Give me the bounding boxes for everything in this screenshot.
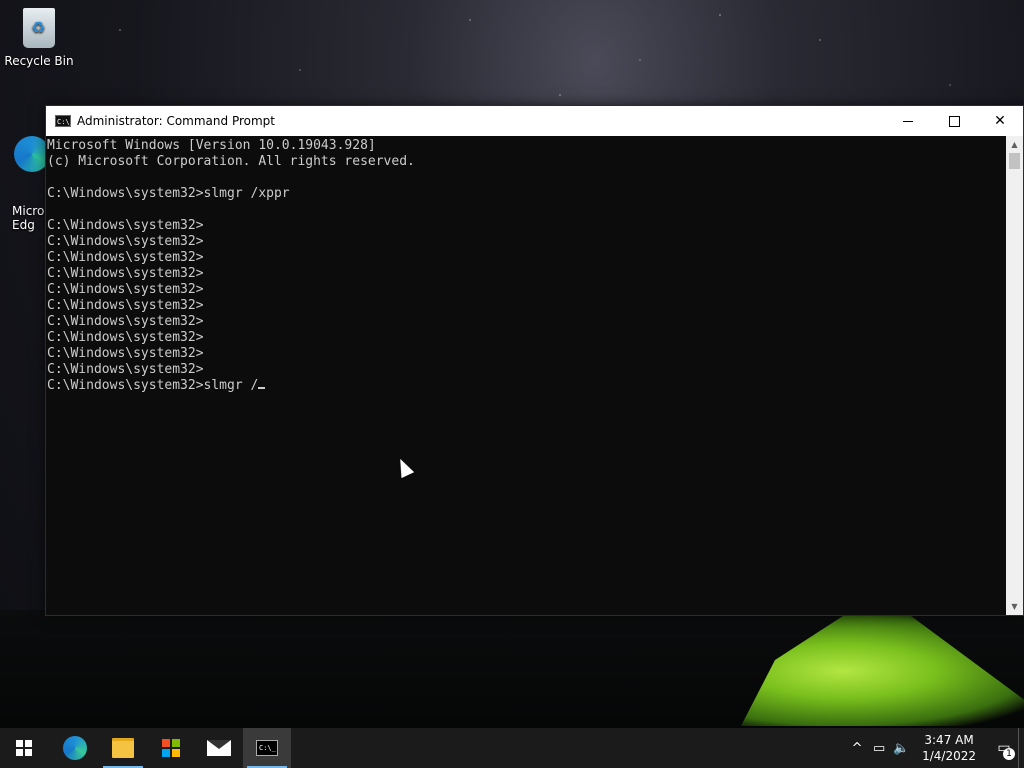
start-button[interactable] <box>0 728 48 768</box>
console-line: C:\Windows\system32> <box>47 314 204 329</box>
console-line: C:\Windows\system32> <box>47 362 204 377</box>
command-prompt-window[interactable]: C:\_ Administrator: Command Prompt ✕ Mic… <box>45 105 1024 616</box>
text-cursor <box>258 387 266 389</box>
folder-icon <box>112 738 134 758</box>
desktop-icon-label: Micro Edg <box>12 204 45 232</box>
network-icon[interactable]: ▭ <box>868 741 890 756</box>
desktop-icon-label: Recycle Bin <box>4 54 74 68</box>
clock-time: 3:47 AM <box>924 733 974 747</box>
desktop-icon-edge[interactable]: Micro Edg <box>0 108 50 246</box>
console-line: C:\Windows\system32> <box>47 266 204 281</box>
taskbar-command-prompt-button[interactable]: C:\_ <box>243 728 291 768</box>
maximize-icon <box>948 115 960 127</box>
close-icon: ✕ <box>994 113 1006 129</box>
taskbar-file-explorer-button[interactable] <box>99 728 147 768</box>
scroll-up-arrow-icon[interactable]: ▲ <box>1006 136 1023 153</box>
system-tray: ^ ▭ 🔈 3:47 AM 1/4/2022 ▭ 1 <box>846 728 1024 768</box>
vertical-scrollbar[interactable]: ▲ ▼ <box>1006 136 1023 615</box>
console-line: (c) Microsoft Corporation. All rights re… <box>47 154 415 169</box>
console-line: C:\Windows\system32> <box>47 346 204 361</box>
windows-logo-icon <box>16 740 32 756</box>
taskbar-store-button[interactable] <box>147 728 195 768</box>
taskbar-edge-button[interactable] <box>51 728 99 768</box>
console-line: C:\Windows\system32>slmgr / <box>47 378 1006 394</box>
console-line: C:\Windows\system32> <box>47 282 204 297</box>
edge-icon <box>63 736 87 760</box>
clock-date: 1/4/2022 <box>922 749 976 763</box>
console-line: C:\Windows\system32>slmgr /xppr <box>47 186 290 201</box>
taskbar: C:\_ ^ ▭ 🔈 3:47 AM 1/4/2022 ▭ 1 <box>0 728 1024 768</box>
taskbar-mail-button[interactable] <box>195 728 243 768</box>
action-center-button[interactable]: ▭ 1 <box>990 728 1018 768</box>
minimize-icon <box>903 120 913 122</box>
close-button[interactable]: ✕ <box>977 106 1023 136</box>
notification-count-badge: 1 <box>1003 748 1015 760</box>
console-line: C:\Windows\system32> <box>47 298 204 313</box>
console-line: C:\Windows\system32> <box>47 218 204 233</box>
scrollbar-thumb[interactable] <box>1009 153 1020 169</box>
show-hidden-icons-chevron-icon[interactable]: ^ <box>846 741 868 756</box>
maximize-button[interactable] <box>931 106 977 136</box>
mail-icon <box>207 740 231 756</box>
title-bar[interactable]: C:\_ Administrator: Command Prompt ✕ <box>46 106 1023 136</box>
desktop-icon-recycle-bin[interactable]: Recycle Bin <box>4 8 74 68</box>
console-line: C:\Windows\system32> <box>47 250 204 265</box>
store-icon <box>162 739 180 757</box>
console-line: C:\Windows\system32> <box>47 234 204 249</box>
console-output[interactable]: Microsoft Windows [Version 10.0.19043.92… <box>46 136 1006 615</box>
console-line: C:\Windows\system32> <box>47 330 204 345</box>
show-desktop-button[interactable] <box>1018 728 1024 768</box>
volume-muted-icon[interactable]: 🔈 <box>890 741 912 756</box>
command-prompt-icon: C:\_ <box>256 740 278 756</box>
console-line: Microsoft Windows [Version 10.0.19043.92… <box>47 138 376 153</box>
recycle-bin-icon <box>23 8 55 48</box>
command-prompt-icon[interactable]: C:\_ <box>55 115 74 127</box>
scroll-down-arrow-icon[interactable]: ▼ <box>1006 598 1023 615</box>
clock[interactable]: 3:47 AM 1/4/2022 <box>922 732 976 764</box>
window-title: Administrator: Command Prompt <box>77 114 275 128</box>
minimize-button[interactable] <box>885 106 931 136</box>
